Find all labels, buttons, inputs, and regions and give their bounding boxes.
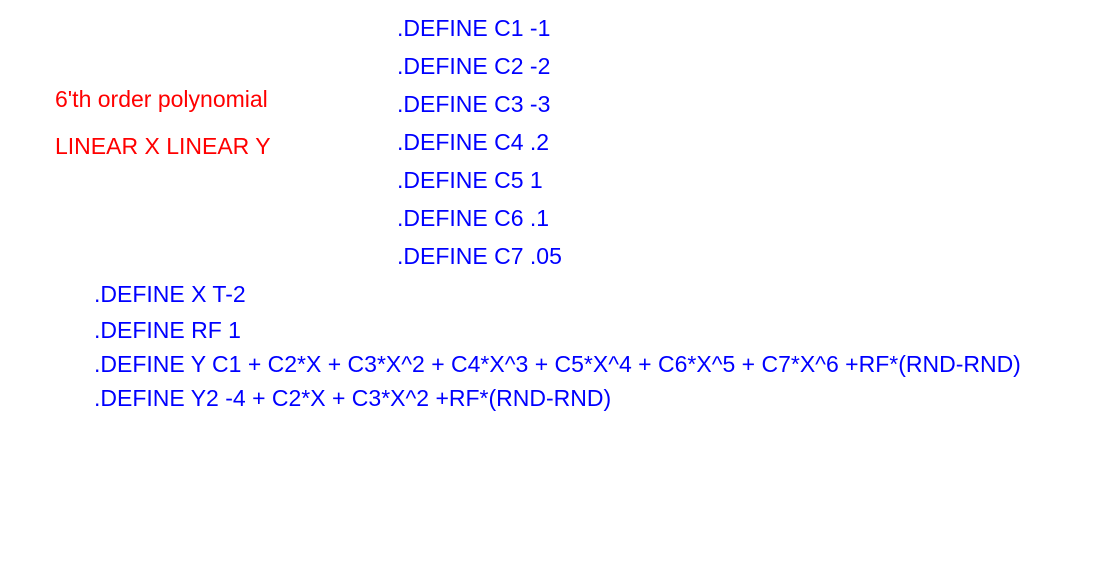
define-c7: .DEFINE C7 .05 xyxy=(397,243,562,270)
define-y2: .DEFINE Y2 -4 + C2*X + C3*X^2 +RF*(RND-R… xyxy=(94,385,611,412)
title-linear: LINEAR X LINEAR Y xyxy=(55,133,271,160)
define-c3: .DEFINE C3 -3 xyxy=(397,91,550,118)
define-c4: .DEFINE C4 .2 xyxy=(397,129,549,156)
title-polynomial: 6'th order polynomial xyxy=(55,86,268,113)
define-c1: .DEFINE C1 -1 xyxy=(397,15,550,42)
define-c5: .DEFINE C5 1 xyxy=(397,167,543,194)
define-c2: .DEFINE C2 -2 xyxy=(397,53,550,80)
define-y: .DEFINE Y C1 + C2*X + C3*X^2 + C4*X^3 + … xyxy=(94,351,1021,378)
define-rf: .DEFINE RF 1 xyxy=(94,317,241,344)
define-c6: .DEFINE C6 .1 xyxy=(397,205,549,232)
define-x: .DEFINE X T-2 xyxy=(94,281,246,308)
